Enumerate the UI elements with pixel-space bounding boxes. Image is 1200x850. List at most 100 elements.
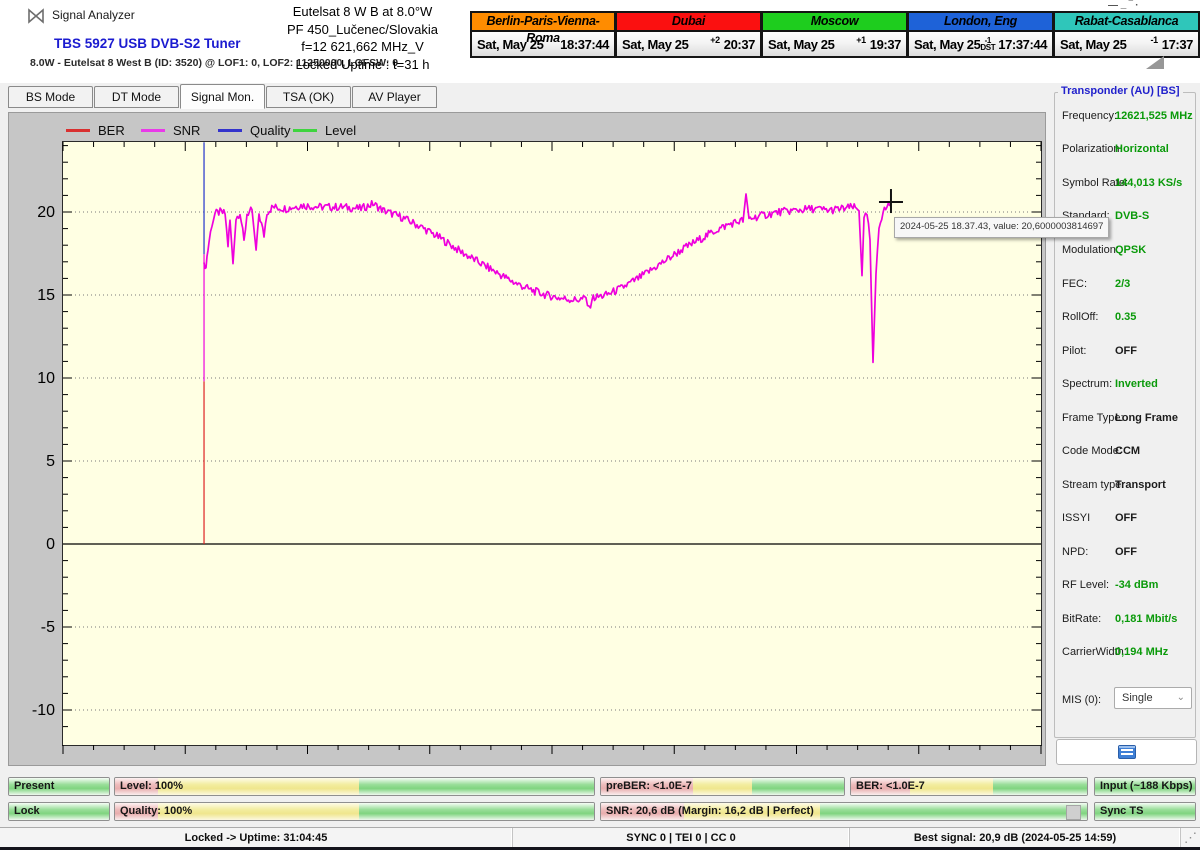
- uptime-line: Locked Uptime : t=31 h: [255, 56, 470, 74]
- clock-date: Sat, May 25: [914, 37, 980, 52]
- field-value: Horizontal: [1115, 143, 1169, 155]
- clock-date: Sat, May 25: [477, 37, 543, 52]
- field-label: RollOff:: [1062, 311, 1098, 323]
- tab-bs-mode[interactable]: BS Mode: [8, 86, 93, 108]
- svg-text:10: 10: [37, 370, 55, 387]
- tab-dt-mode[interactable]: DT Mode: [94, 86, 179, 108]
- field-label: FEC:: [1062, 278, 1087, 290]
- clock-berlin: Berlin-Paris-Vienna-Roma Sat, May 25 18:…: [470, 11, 616, 58]
- field-label: NPD:: [1062, 546, 1088, 558]
- ber-gauge: BER: <1.0E-7: [850, 777, 1088, 796]
- mis-label: MIS (0):: [1062, 694, 1101, 706]
- svg-text:5: 5: [46, 453, 55, 470]
- ber-line-swatch: [66, 129, 90, 132]
- clock-london: London, Eng Sat, May 25 -1 DST 17:37:44: [908, 11, 1054, 58]
- field-label: RF Level:: [1062, 579, 1109, 591]
- tab-signal-mon[interactable]: Signal Mon.: [180, 84, 265, 109]
- legend-level: Level: [293, 122, 356, 138]
- field-value: Transport: [1115, 479, 1166, 491]
- clock-utc-offset: -1: [1151, 35, 1158, 45]
- field-value: 12621,525 MHz: [1115, 110, 1193, 122]
- clock-time: 17:37: [1162, 37, 1193, 52]
- mis-selected-value: Single: [1122, 692, 1153, 704]
- frequency-line: f=12 621,662 MHz_V: [255, 38, 470, 56]
- field-label: BitRate:: [1062, 613, 1101, 625]
- field-value: Inverted: [1115, 378, 1158, 390]
- clock-city-label: London, Eng: [909, 13, 1052, 32]
- field-label: Frequency:: [1062, 110, 1117, 122]
- clock-date: Sat, May 25: [1060, 37, 1126, 52]
- dish-location: PF 450_Lučenec/Slovakia: [255, 21, 470, 39]
- chart-value-tooltip: 2024-05-25 18.37.43, value: 20,600000381…: [894, 217, 1109, 238]
- legend-label: Quality: [250, 123, 290, 138]
- field-value: OFF: [1115, 512, 1137, 524]
- clock-time: 18:37:44: [560, 37, 609, 52]
- status-sync-counters: SYNC 0 | TEI 0 | CC 0: [513, 828, 850, 848]
- clock-city-label: Dubai: [617, 13, 760, 32]
- field-value: DVB-S: [1115, 210, 1149, 222]
- gauge-label: Lock: [14, 803, 40, 820]
- chevron-down-icon: ⌄: [1177, 688, 1185, 708]
- tab-tsa[interactable]: TSA (OK): [266, 86, 351, 108]
- gauge-label: BER: <1.0E-7: [856, 778, 925, 795]
- gauge-label: preBER: <1.0E-7: [606, 778, 692, 795]
- gauge-label: Quality: 100%: [120, 803, 192, 820]
- clock-date: Sat, May 25: [622, 37, 688, 52]
- clock-city-label: Rabat-Casablanca: [1055, 13, 1198, 32]
- legend-label: SNR: [173, 123, 200, 138]
- preber-gauge: preBER: <1.0E-7: [600, 777, 845, 796]
- tab-av-player[interactable]: AV Player: [352, 86, 437, 108]
- field-label: Polarization:: [1062, 143, 1123, 155]
- world-clocks: Berlin-Paris-Vienna-Roma Sat, May 25 18:…: [470, 11, 1200, 58]
- stream-capture-button[interactable]: [1056, 739, 1197, 765]
- clock-city-label: Moscow: [763, 13, 906, 32]
- field-value: 2/3: [1115, 278, 1130, 290]
- svg-text:0: 0: [46, 536, 55, 553]
- snr-gauge: SNR: 20,6 dB (Margin: 16,2 dB | Perfect): [600, 802, 1088, 821]
- gauge-label: Present: [14, 778, 54, 795]
- gauge-label: Level: 100%: [120, 778, 183, 795]
- satellite-info-block: Eutelsat 8 W B at 8.0°W PF 450_Lučenec/S…: [255, 3, 470, 73]
- clock-utc-offset: +2: [710, 35, 719, 45]
- transponder-panel-title: Transponder (AU) [BS]: [1058, 85, 1183, 97]
- quality-gauge: Quality: 100%: [114, 802, 595, 821]
- clock-rabat: Rabat-Casablanca Sat, May 25 -1 17:37: [1054, 11, 1200, 58]
- field-value: Long Frame: [1115, 412, 1178, 424]
- clock-date: Sat, May 25: [768, 37, 834, 52]
- clock-moscow: Moscow Sat, May 25 +1 19:37: [762, 11, 908, 58]
- clock-widget-pointer: [1146, 56, 1164, 69]
- quality-line-swatch: [218, 129, 242, 132]
- clock-city-label: Berlin-Paris-Vienna-Roma: [472, 13, 614, 32]
- field-label: Spectrum:: [1062, 378, 1112, 390]
- status-bar: Locked -> Uptime: 31:04:45 SYNC 0 | TEI …: [0, 827, 1200, 848]
- status-uptime: Locked -> Uptime: 31:04:45: [0, 828, 513, 848]
- mis-dropdown[interactable]: Single ⌄: [1114, 687, 1192, 709]
- lock-gauge: Lock: [8, 802, 110, 821]
- window-header: Signal Analyzer TBS 5927 USB DVB-S2 Tune…: [0, 0, 1200, 83]
- resize-grip-icon[interactable]: ⋰: [1184, 830, 1198, 846]
- field-label: Pilot:: [1062, 345, 1086, 357]
- background-window-fragment: — ‗ ‾ ·: [1108, 0, 1192, 10]
- legend-snr: SNR: [141, 122, 200, 138]
- signal-chart-frame: BER SNR Quality Level 20151050-5-10: [8, 112, 1046, 766]
- snr-gauge-marker: [1066, 805, 1081, 820]
- svg-text:-5: -5: [41, 619, 55, 636]
- sync-ts-gauge: Sync TS: [1094, 802, 1196, 821]
- gauge-label: SNR: 20,6 dB (Margin: 16,2 dB | Perfect): [606, 803, 814, 820]
- svg-text:15: 15: [37, 287, 55, 304]
- field-value: OFF: [1115, 345, 1137, 357]
- clock-time: 20:37: [724, 37, 755, 52]
- clock-dst-offset: -1 DST: [980, 37, 995, 51]
- mode-tabs: BS Mode DT Mode Signal Mon. TSA (OK) AV …: [8, 84, 608, 110]
- field-label: Code Mode:: [1062, 445, 1122, 457]
- legend-quality: Quality: [218, 122, 290, 138]
- input-gauge: Input (~188 Kbps): [1094, 777, 1196, 796]
- status-best-signal: Best signal: 20,9 dB (2024-05-25 14:59): [850, 828, 1181, 848]
- legend-ber: BER: [66, 122, 125, 138]
- clock-dst-note: DST: [980, 43, 995, 52]
- legend-label: Level: [325, 123, 356, 138]
- field-value: QPSK: [1115, 244, 1146, 256]
- gauge-label: Sync TS: [1100, 803, 1143, 820]
- legend-label: BER: [98, 123, 125, 138]
- clock-time: 17:37:44: [998, 37, 1047, 52]
